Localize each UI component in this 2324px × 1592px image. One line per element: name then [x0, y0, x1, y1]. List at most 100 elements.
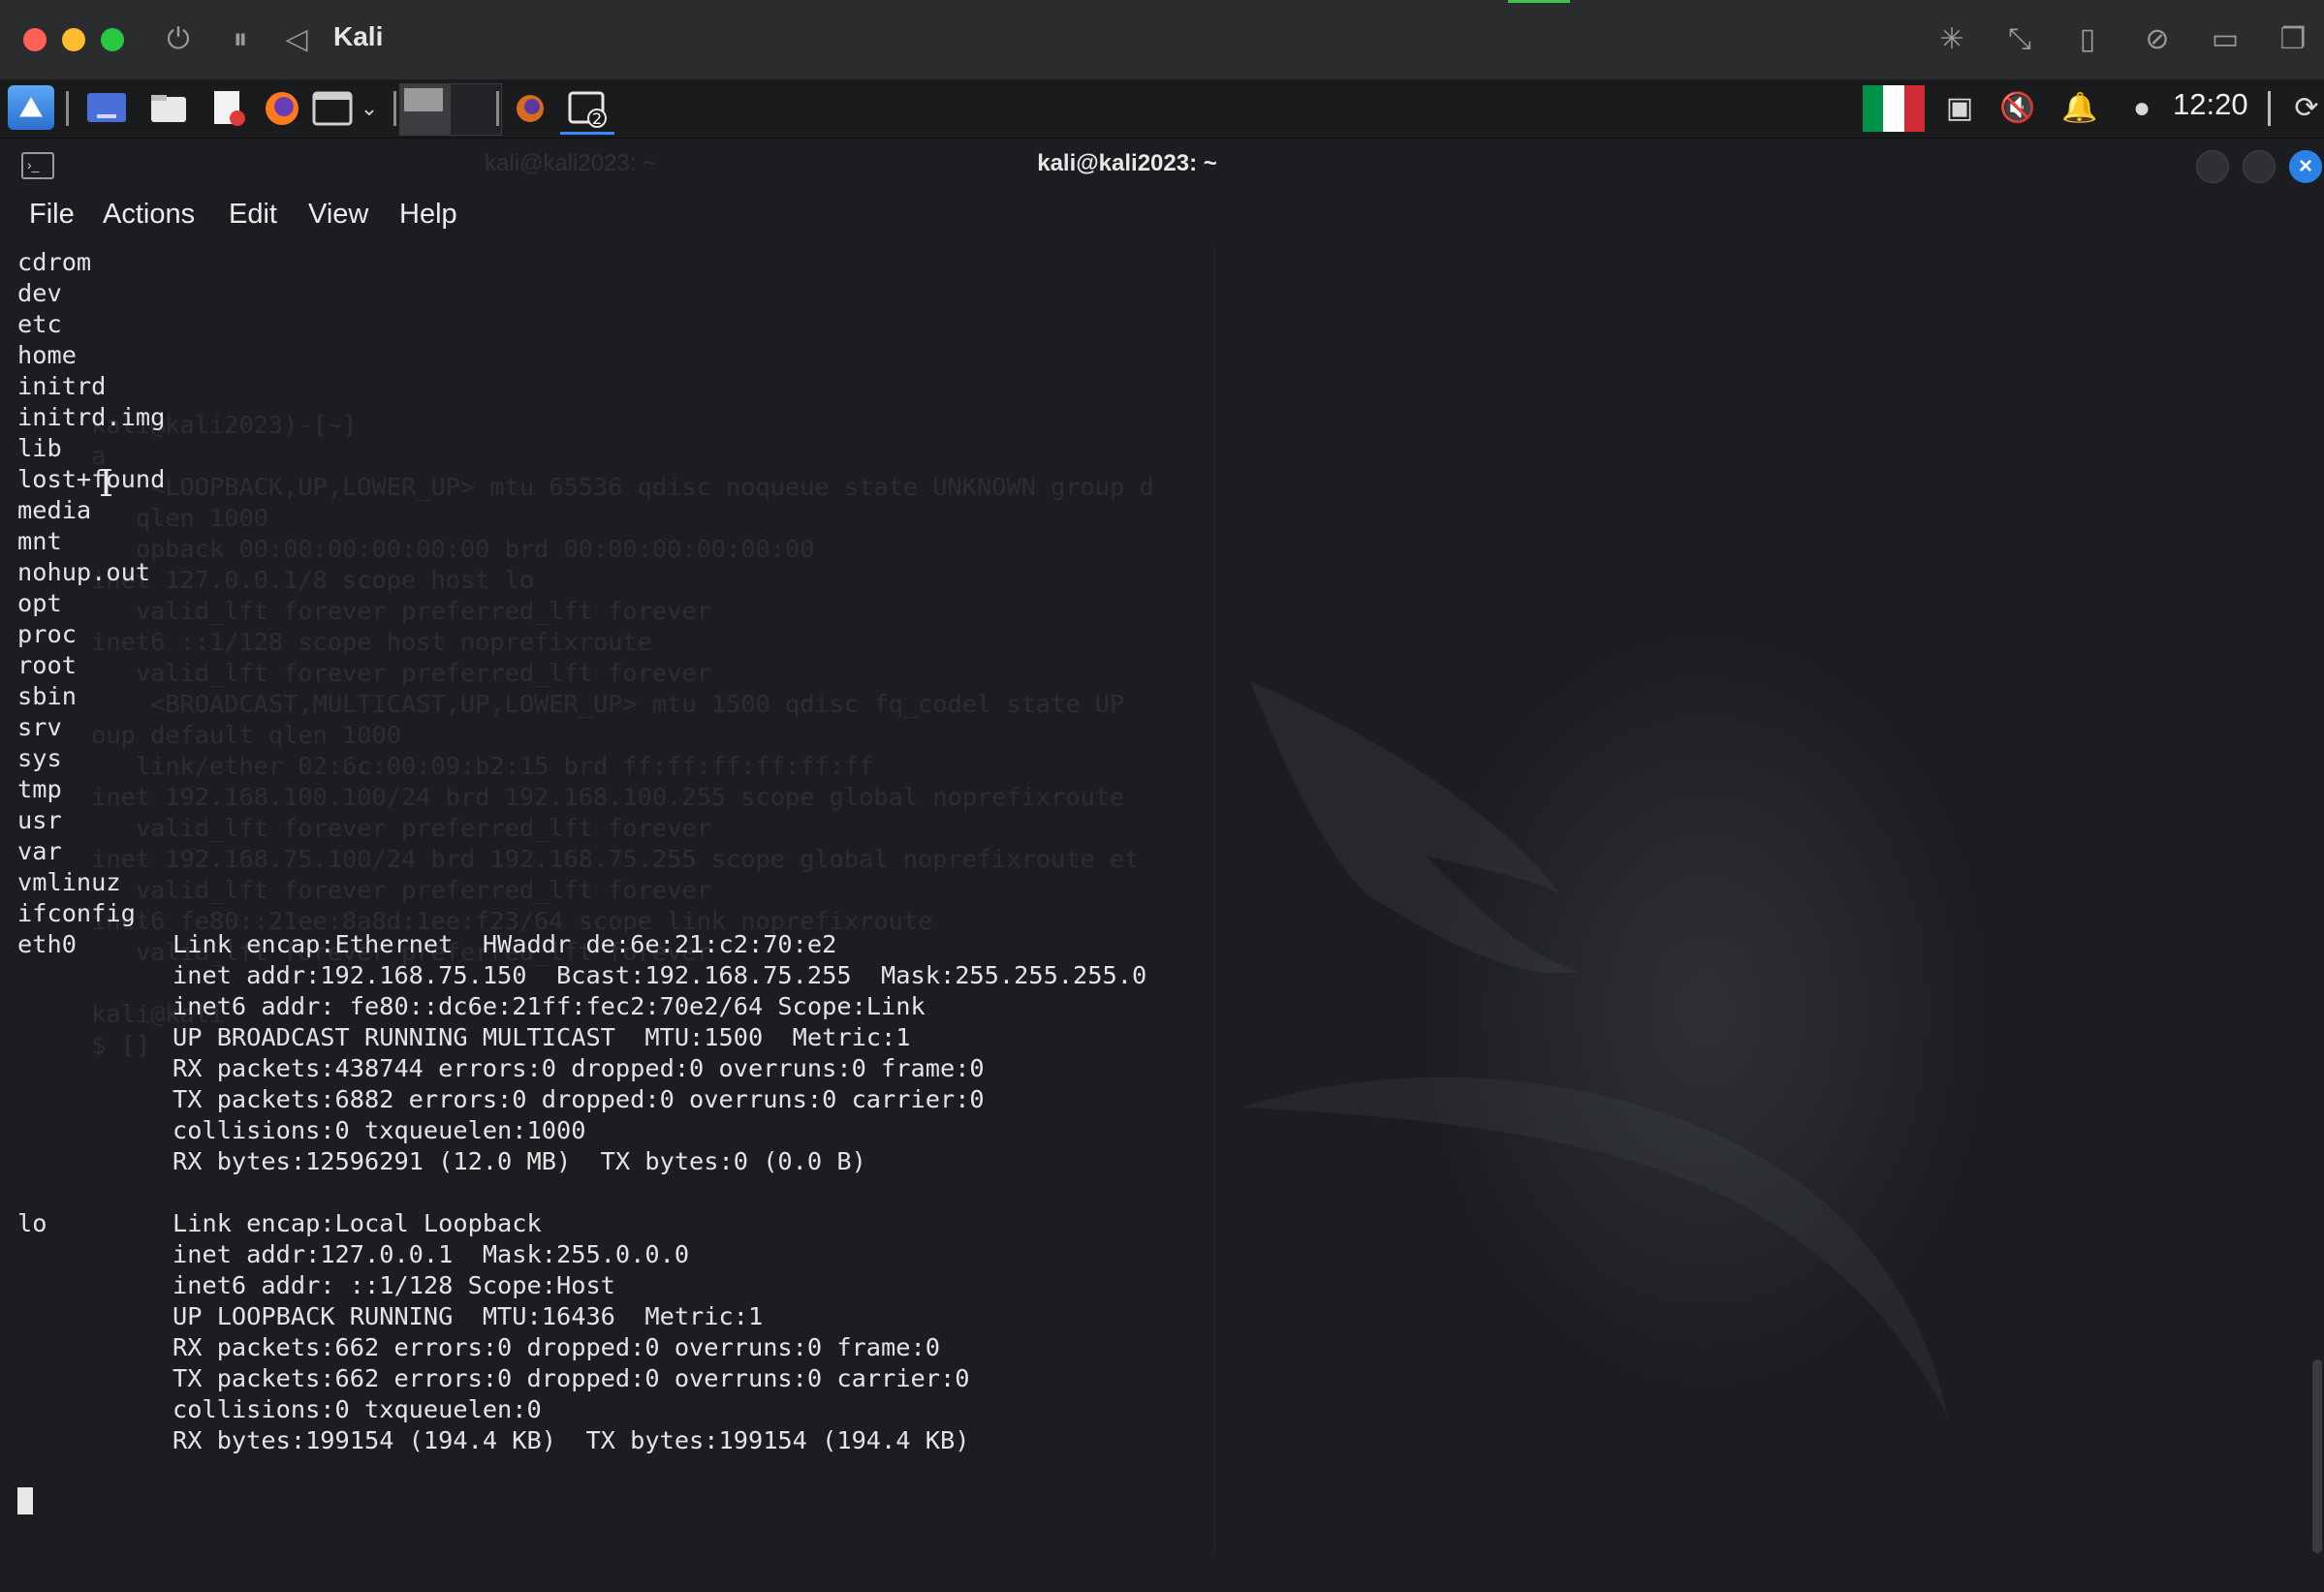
interface-detail: RX bytes:199154 (194.4 KB) TX bytes:1991… [173, 1426, 970, 1454]
ifconfig-line: RX packets:662 errors:0 dropped:0 overru… [17, 1332, 1219, 1363]
interface-detail: inet6 addr: ::1/128 Scope:Host [173, 1271, 615, 1299]
ifconfig-line: TX packets:662 errors:0 dropped:0 overru… [17, 1363, 1219, 1394]
output-line: lost+found [17, 465, 166, 493]
output-line: lib [17, 434, 62, 462]
panel-separator [2268, 91, 2271, 126]
output-line: mnt [17, 527, 62, 555]
ifconfig-line: RX packets:438744 errors:0 dropped:0 ove… [17, 1053, 1219, 1084]
progress-strip [1508, 0, 1570, 3]
panel-separator [66, 91, 69, 126]
output-line: initrd [17, 372, 107, 400]
output-line: tmp [17, 775, 62, 803]
share-icon[interactable]: ⊘ [2138, 25, 2177, 54]
workspace-2[interactable] [450, 83, 502, 136]
menu-actions[interactable]: Actions [103, 199, 195, 231]
svg-text:2: 2 [592, 109, 602, 128]
maximize-terminal-button[interactable] [2243, 150, 2276, 183]
terminal-window-icon[interactable]: 2 [560, 85, 614, 135]
interface-detail: Link encap:Ethernet HWaddr de:6e:21:c2:7… [173, 930, 837, 958]
vm-title: Kali [333, 21, 384, 51]
text-editor-icon[interactable] [205, 85, 250, 132]
keyboard-layout-flag-icon[interactable] [1863, 85, 1925, 132]
ifconfig-line: UP LOOPBACK RUNNING MTU:16436 Metric:1 [17, 1301, 1219, 1332]
kali-dragon-watermark [1241, 681, 1948, 1418]
clipboard-icon[interactable]: ▣ [1938, 87, 1981, 130]
interface-detail: RX packets:438744 errors:0 dropped:0 ove… [173, 1054, 985, 1082]
text-cursor-icon: I [99, 462, 114, 505]
output-line: initrd.img [17, 403, 166, 431]
interface-detail: inet6 addr: fe80::dc6e:21ff:fec2:70e2/64… [173, 992, 926, 1020]
output-line: opt [17, 589, 62, 617]
firefox-window-icon[interactable] [510, 85, 550, 132]
ifconfig-line: inet6 addr: ::1/128 Scope:Host [17, 1270, 1219, 1301]
output-line: root [17, 651, 77, 679]
panel-clock[interactable]: 12:20 [2173, 87, 2248, 122]
power-icon[interactable]: ⏻ [159, 25, 198, 54]
output-line: srv [17, 713, 62, 741]
interface-detail: inet addr:127.0.0.1 Mask:255.0.0.0 [173, 1240, 690, 1268]
minimize-terminal-button[interactable] [2196, 150, 2229, 183]
back-icon[interactable]: ◁ [277, 25, 316, 54]
terminal-launcher-icon[interactable] [310, 85, 355, 132]
menu-help[interactable]: Help [399, 199, 457, 231]
ifconfig-line: lo Link encap:Local Loopback [17, 1208, 1219, 1239]
menu-edit[interactable]: Edit [229, 199, 277, 231]
terminal-output[interactable]: cdrom dev etc home initrd initrd.img lib lost+f… [17, 247, 1219, 1536]
terminal-window: ›_ kali@kali2023: ~ kali@kali2023: ~ × F… [0, 139, 2324, 1555]
workspace-1[interactable] [399, 83, 452, 136]
output-line: nohup.out [17, 558, 151, 586]
ifconfig-line: inet addr:127.0.0.1 Mask:255.0.0.0 [17, 1239, 1219, 1270]
output-line: media [17, 496, 92, 524]
brightness-icon[interactable]: ✳ [1932, 25, 1971, 54]
terminal-scrollbar[interactable] [2312, 1359, 2322, 1553]
xfce-panel: ⛰ ⌄ 2 ▣ 🔇 🔔 ● 12:20 ⟳ [0, 79, 2324, 139]
ifconfig-line: inet6 addr: fe80::dc6e:21ff:fec2:70e2/64… [17, 991, 1219, 1022]
interface-detail: TX packets:662 errors:0 dropped:0 overru… [173, 1364, 970, 1392]
output-line: home [17, 341, 77, 369]
pause-icon[interactable]: ⏸ [221, 25, 260, 54]
terminal-menubar: File Actions Edit View Help [0, 191, 2324, 243]
vm-title-bar: ⏻ ⏸ ◁ Kali ✳ ⤡ ▯ ⊘ ▭ ❐ [0, 0, 2324, 80]
terminal-title: kali@kali2023: ~ [1037, 150, 1217, 176]
interface-detail: collisions:0 txqueuelen:1000 [173, 1116, 586, 1144]
show-desktop-icon[interactable] [83, 85, 130, 132]
output-line: sys [17, 744, 62, 772]
update-indicator-icon[interactable]: ● [2120, 87, 2163, 130]
power-menu-icon[interactable]: ⟳ [2285, 87, 2324, 130]
kali-menu-icon[interactable]: ⛰ [8, 85, 54, 130]
output-line: vmlinuz [17, 868, 121, 896]
usb-icon[interactable]: ▯ [2068, 25, 2107, 54]
menu-view[interactable]: View [308, 199, 368, 231]
ifconfig-line: collisions:0 txqueuelen:1000 [17, 1115, 1219, 1146]
close-terminal-button[interactable]: × [2289, 150, 2322, 183]
interface-name: eth0 [17, 930, 77, 958]
file-manager-icon[interactable] [145, 85, 192, 132]
menu-file[interactable]: File [29, 199, 75, 231]
ifconfig-line: inet addr:192.168.75.150 Bcast:192.168.7… [17, 960, 1219, 991]
close-window-button[interactable] [23, 28, 47, 51]
windows-icon[interactable]: ❐ [2274, 25, 2312, 54]
interface-detail: TX packets:6882 errors:0 dropped:0 overr… [173, 1085, 985, 1113]
output-line: usr [17, 806, 62, 834]
ifconfig-line: UP BROADCAST RUNNING MULTICAST MTU:1500 … [17, 1022, 1219, 1053]
output-line: proc [17, 620, 77, 648]
chevron-down-icon[interactable]: ⌄ [357, 85, 382, 132]
resize-icon[interactable]: ⤡ [2000, 25, 2039, 54]
firefox-icon[interactable] [260, 85, 304, 132]
ifconfig-line: RX bytes:12596291 (12.0 MB) TX bytes:0 (… [17, 1146, 1219, 1177]
interface-detail: collisions:0 txqueuelen:0 [173, 1395, 542, 1423]
output-line: etc [17, 310, 62, 338]
interface-detail: RX packets:662 errors:0 dropped:0 overru… [173, 1333, 940, 1361]
output-line: ifconfig [17, 899, 136, 927]
interface-detail: inet addr:192.168.75.150 Bcast:192.168.7… [173, 961, 1147, 989]
panel-separator [496, 91, 499, 126]
notification-bell-icon[interactable]: 🔔 [2058, 87, 2101, 130]
folder-icon[interactable]: ▭ [2206, 25, 2245, 54]
output-line: sbin [17, 682, 77, 710]
panel-separator [393, 91, 396, 126]
minimize-window-button[interactable] [62, 28, 85, 51]
terminal-title-bar: ›_ kali@kali2023: ~ kali@kali2023: ~ × [0, 139, 2324, 191]
zoom-window-button[interactable] [101, 28, 124, 51]
volume-muted-icon[interactable]: 🔇 [1996, 87, 2039, 130]
interface-detail: UP BROADCAST RUNNING MULTICAST MTU:1500 … [173, 1023, 911, 1051]
